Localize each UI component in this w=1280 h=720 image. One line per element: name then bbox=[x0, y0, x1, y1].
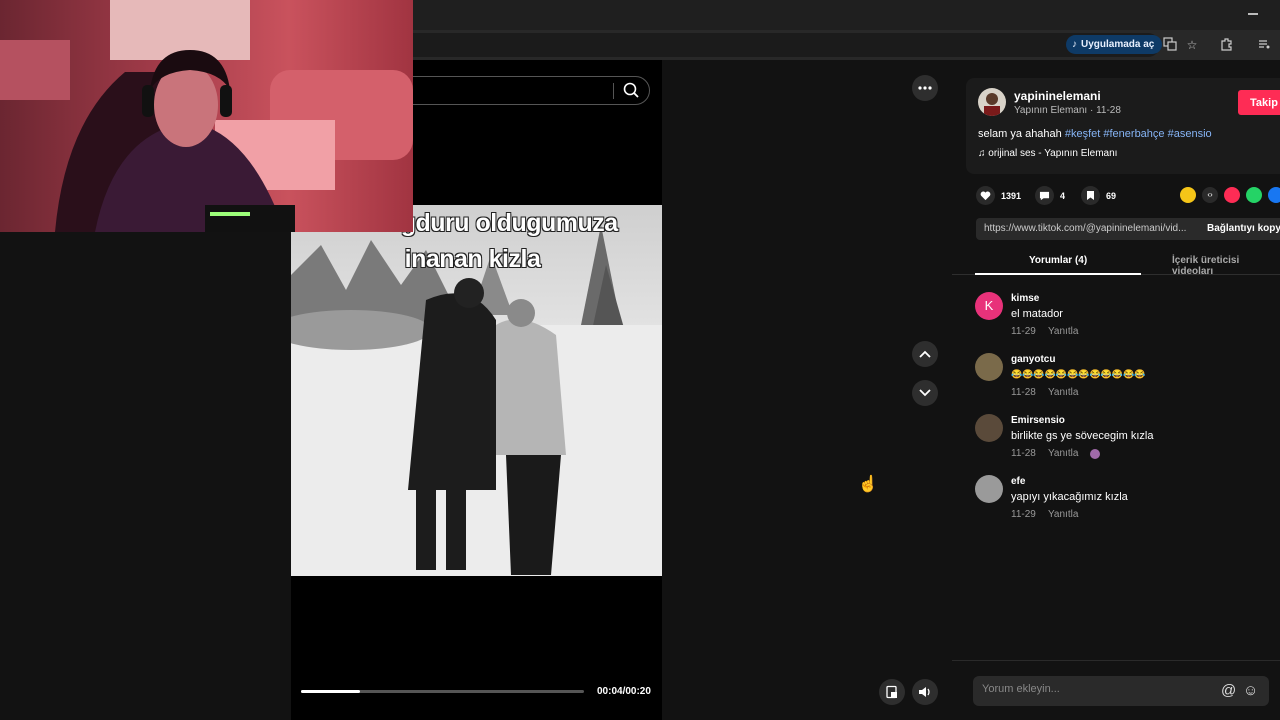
tiktok-icon: ♪ bbox=[1072, 39, 1077, 50]
save-stat[interactable]: 69 bbox=[1081, 186, 1116, 205]
comment-input-box: @ ☺ bbox=[973, 676, 1269, 706]
heart-icon[interactable] bbox=[976, 186, 995, 205]
send-icon[interactable] bbox=[1224, 187, 1240, 203]
music-note-icon: ♫ bbox=[978, 148, 986, 159]
more-options-button[interactable] bbox=[912, 75, 938, 101]
author-username[interactable]: yapininelemani bbox=[1014, 89, 1101, 103]
video-time: 00:04/00:20 bbox=[597, 686, 651, 697]
translate-icon[interactable] bbox=[1162, 37, 1178, 53]
comment-text: 😂😂😂😂😂😂😂😂😂😂😂😂 bbox=[1011, 369, 1146, 379]
music-title: orijinal ses - Yapının Elemanı bbox=[988, 148, 1118, 159]
like-count: 1391 bbox=[1001, 190, 1022, 201]
comment-text: birlikte gs ye sövecegim kızla bbox=[1011, 430, 1154, 442]
chevron-down-icon bbox=[919, 389, 931, 397]
bookmark-icon[interactable] bbox=[1081, 186, 1100, 205]
author-avatar[interactable] bbox=[978, 88, 1006, 116]
comment-input[interactable] bbox=[982, 683, 1212, 695]
volume-icon bbox=[919, 687, 930, 697]
webcam-feed-image bbox=[0, 0, 413, 232]
music-info[interactable]: ♫ orijinal ses - Yapının Elemanı bbox=[978, 148, 1117, 159]
comment-date: 11-28 bbox=[1011, 448, 1036, 459]
share-emoji-icon[interactable] bbox=[1180, 187, 1196, 203]
extensions-icon[interactable] bbox=[1219, 37, 1235, 53]
follow-button[interactable]: Takip bbox=[1238, 90, 1280, 115]
link-box: https://www.tiktok.com/@yapininelemani/v… bbox=[976, 218, 1280, 240]
floating-player-button[interactable] bbox=[879, 679, 905, 705]
comment-username[interactable]: kimse bbox=[1011, 293, 1039, 304]
search-divider bbox=[613, 83, 614, 99]
active-tab-indicator bbox=[975, 273, 1141, 275]
minimize-icon[interactable] bbox=[1248, 13, 1258, 15]
like-stat[interactable]: 1391 bbox=[976, 186, 1021, 205]
mention-icon[interactable]: @ bbox=[1221, 682, 1236, 699]
next-video-button[interactable] bbox=[912, 380, 938, 406]
comment-input-divider bbox=[952, 660, 1280, 661]
hashtag-asensio[interactable]: #asensio bbox=[1168, 128, 1212, 140]
reply-button[interactable]: Yanıtla bbox=[1048, 448, 1078, 459]
comment-text: el matador bbox=[1011, 308, 1063, 320]
pip-icon bbox=[886, 685, 897, 699]
reply-button[interactable]: Yanıtla bbox=[1048, 326, 1078, 337]
comment-date: 11-28 bbox=[1011, 387, 1036, 398]
comment-date: 11-29 bbox=[1011, 509, 1036, 520]
hashtag-kesfet[interactable]: #keşfet bbox=[1065, 128, 1100, 140]
comment-count: 4 bbox=[1060, 190, 1066, 201]
search-icon[interactable] bbox=[622, 81, 640, 99]
comment-avatar[interactable]: K bbox=[975, 292, 1003, 320]
emoji-icon[interactable]: ☺ bbox=[1243, 682, 1258, 699]
video-link[interactable]: https://www.tiktok.com/@yapininelemani/v… bbox=[984, 223, 1186, 234]
chevron-up-icon bbox=[919, 350, 931, 358]
reply-button[interactable]: Yanıtla bbox=[1048, 387, 1078, 398]
comment-bubble-icon[interactable] bbox=[1035, 186, 1054, 205]
comment-stat[interactable]: 4 bbox=[1035, 186, 1065, 205]
video-progress-bar[interactable] bbox=[301, 690, 584, 693]
comment-avatar[interactable] bbox=[975, 353, 1003, 381]
comment-text: yapıyı yıkacağımız kızla bbox=[1011, 491, 1128, 503]
open-in-app-button[interactable]: ♪ Uygulamada aç bbox=[1066, 35, 1163, 54]
video-description: selam ya ahahah #keşfet #fenerbahçe #ase… bbox=[978, 128, 1212, 140]
comment-username[interactable]: Emirsensio bbox=[1011, 415, 1065, 426]
video-frame: agduru oldugumuza inanan kizla bbox=[291, 205, 662, 576]
facebook-icon[interactable] bbox=[1268, 187, 1280, 203]
search-bar[interactable] bbox=[380, 76, 650, 105]
comment-avatar[interactable] bbox=[975, 414, 1003, 442]
webcam-overlay bbox=[0, 0, 413, 232]
comment-avatar[interactable] bbox=[975, 475, 1003, 503]
copy-link-button[interactable]: Bağlantıyı kopy bbox=[1207, 223, 1280, 234]
creator-liked-icon bbox=[1090, 449, 1100, 459]
tab-comments[interactable]: Yorumlar (4) bbox=[1029, 255, 1087, 266]
whatsapp-icon[interactable] bbox=[1246, 187, 1262, 203]
author-subtitle: Yapının Elemanı · 11-28 bbox=[1014, 105, 1121, 116]
reply-button[interactable]: Yanıtla bbox=[1048, 509, 1078, 520]
previous-video-button[interactable] bbox=[912, 341, 938, 367]
comment-username[interactable]: ganyotcu bbox=[1011, 354, 1055, 365]
star-icon[interactable]: ☆ bbox=[1184, 37, 1200, 53]
description-text: selam ya ahahah bbox=[978, 128, 1062, 140]
video-caption-line2: inanan kizla bbox=[404, 245, 541, 273]
video-progress-fill bbox=[301, 690, 361, 693]
save-count: 69 bbox=[1106, 190, 1117, 201]
comment-username[interactable]: efe bbox=[1011, 476, 1025, 487]
volume-button[interactable] bbox=[912, 679, 938, 705]
comment-date: 11-29 bbox=[1011, 326, 1036, 337]
mouse-cursor-icon: ☝ bbox=[858, 476, 878, 493]
media-icon[interactable] bbox=[1256, 37, 1272, 53]
more-icon bbox=[918, 86, 932, 90]
embed-code-icon[interactable]: ‹› bbox=[1202, 187, 1218, 203]
hashtag-fenerbahce[interactable]: #fenerbahçe bbox=[1103, 128, 1164, 140]
